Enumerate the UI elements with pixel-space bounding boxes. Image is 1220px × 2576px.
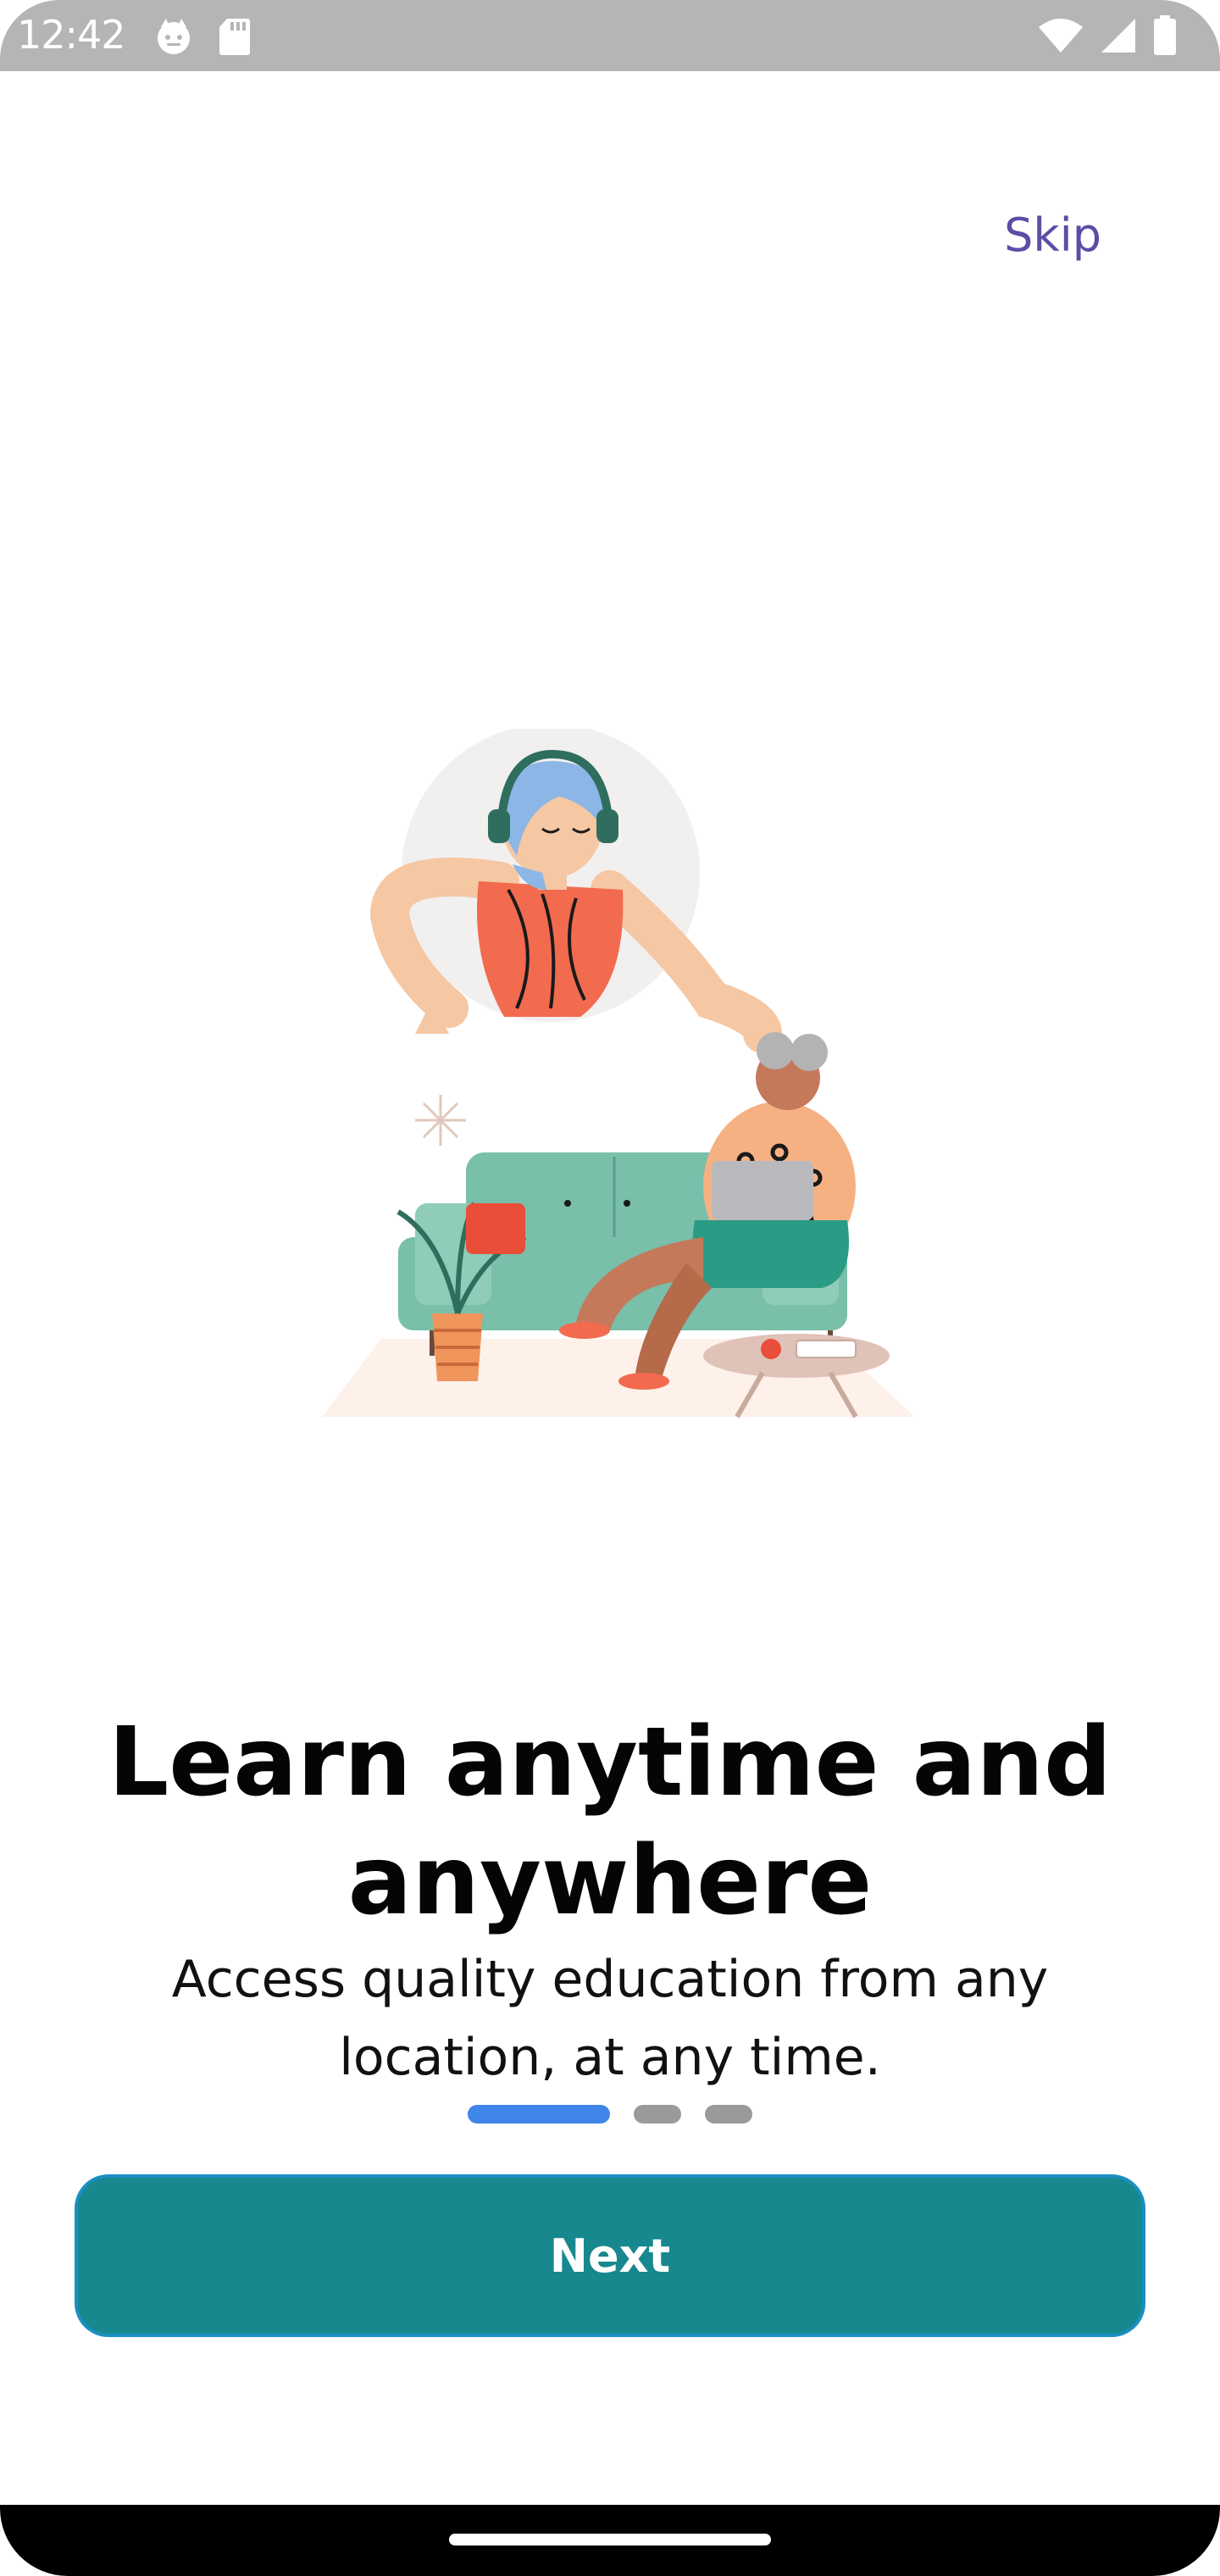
status-bar: 12:42 — [0, 0, 1220, 71]
cell-signal-icon — [1100, 17, 1137, 58]
status-notification-icons — [154, 17, 251, 60]
status-time: 12:42 — [17, 12, 126, 58]
onboarding-screen: 12:42 Skip Learn anytime and anywhere Ac… — [0, 0, 1220, 2576]
page-indicator — [0, 2105, 1220, 2124]
next-button[interactable]: Next — [75, 2174, 1145, 2337]
battery-icon — [1152, 15, 1178, 60]
wifi-icon — [1037, 17, 1084, 58]
skip-button[interactable]: Skip — [1004, 208, 1101, 262]
onboarding-title: Learn anytime and anywhere — [108, 1707, 1112, 1936]
page-indicator-dot — [705, 2105, 752, 2124]
onboarding-illustration — [288, 724, 932, 1424]
onboarding-subtitle: Access quality education from any locati… — [171, 1950, 1049, 2087]
navigation-bar — [0, 2505, 1220, 2576]
next-button-label: Next — [549, 2229, 671, 2283]
sd-card-icon — [219, 17, 251, 60]
page-indicator-dot — [634, 2105, 681, 2124]
page-indicator-dot-active — [468, 2105, 610, 2124]
sparkle — [415, 1095, 466, 1146]
laptop — [712, 1161, 813, 1220]
cat-face-icon — [154, 17, 193, 60]
status-system-icons — [1037, 15, 1178, 60]
home-indicator[interactable] — [449, 2534, 771, 2545]
